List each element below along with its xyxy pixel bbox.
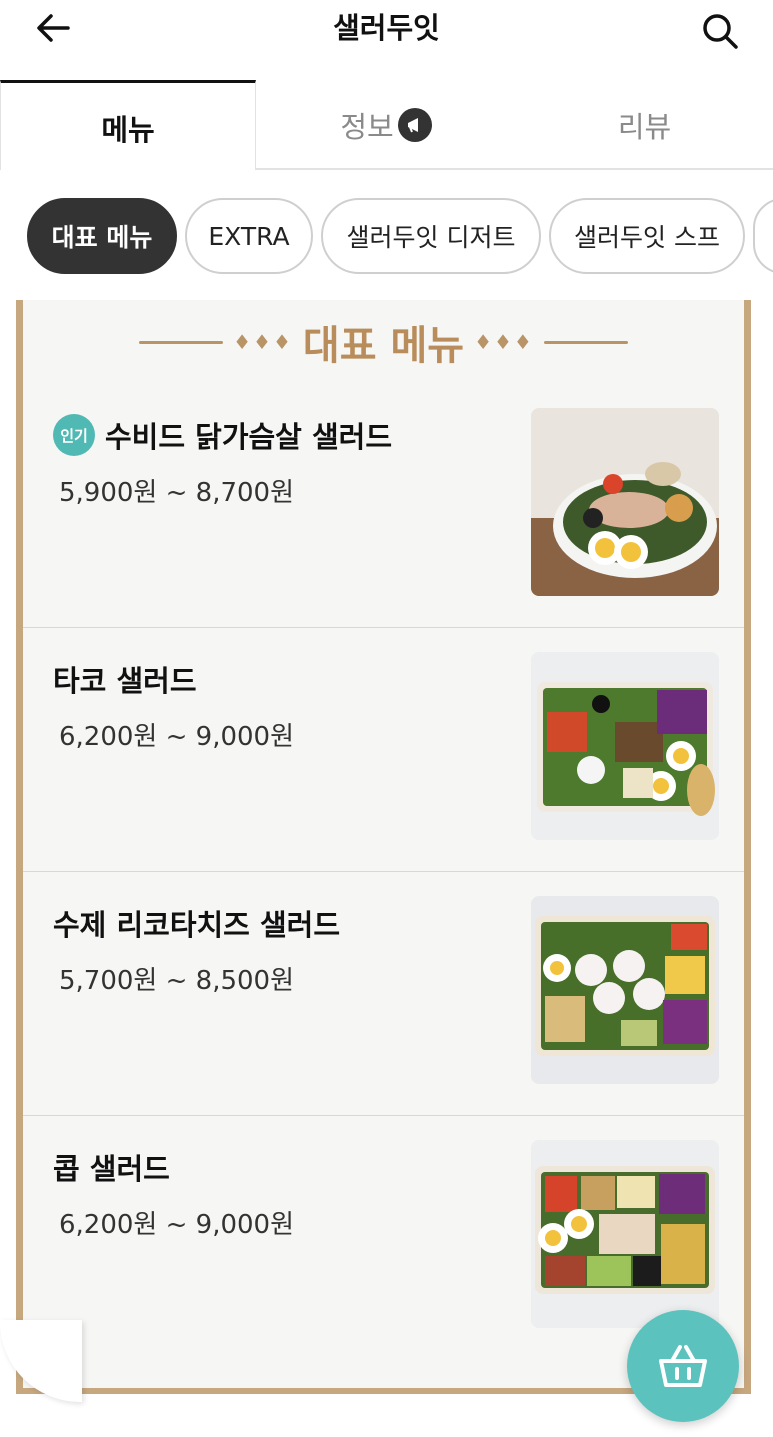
page-curl-decoration [0, 1320, 82, 1402]
menu-item-price: 5,900원 ~ 8,700원 [59, 478, 295, 508]
search-icon [703, 14, 738, 49]
menu-item[interactable]: 수제 리코타치즈 샐러드 5,700원 ~ 8,500원 [23, 872, 744, 1116]
menu-item[interactable]: 타코 샐러드 6,200원 ~ 9,000원 [23, 628, 744, 872]
menu-item-name: 타코 샐러드 [53, 664, 197, 698]
ornament-line-left [139, 340, 224, 344]
tab-menu-label: 메뉴 [101, 112, 155, 147]
menu-item-price: 5,700원 ~ 8,500원 [59, 966, 295, 996]
menu-item[interactable]: 인기 수비드 닭가슴살 샐러드 5,900원 ~ 8,700원 [23, 384, 744, 628]
chip-dessert[interactable]: 샐러두잇 디저트 [321, 198, 541, 274]
tab-reviews[interactable]: 리뷰 [516, 80, 773, 170]
menu-item-name: 수비드 닭가슴살 샐러드 [105, 420, 392, 454]
menu-item[interactable]: 콥 샐러드 6,200원 ~ 9,000원 [23, 1116, 744, 1360]
ornament-diamonds-left: ♦♦♦ [233, 330, 293, 354]
app-header: 샐러두잇 [0, 0, 773, 80]
menu-item-name: 수제 리코타치즈 샐러드 [53, 908, 340, 942]
tab-info-label: 정보 [340, 110, 394, 144]
menu-item-price: 6,200원 ~ 9,000원 [59, 722, 295, 752]
tab-menu[interactable]: 메뉴 [0, 80, 256, 172]
menu-item-name-row: 타코 샐러드 [53, 658, 197, 700]
menu-item-photo [531, 652, 719, 840]
menu-item-name: 콥 샐러드 [53, 1152, 170, 1186]
tab-bar: 메뉴 정보 리뷰 [0, 80, 773, 172]
menu-item-price: 6,200원 ~ 9,000원 [59, 1210, 295, 1240]
menu-item-photo [531, 408, 719, 596]
megaphone-icon [397, 108, 432, 142]
chip-soup[interactable]: 샐러두잇 스프 [549, 198, 745, 274]
ornament-line-right [543, 340, 628, 344]
menu-item-name-row: 인기 수비드 닭가슴살 샐러드 [53, 414, 392, 456]
section-header: ♦♦♦ 대표 메뉴 ♦♦♦ [23, 312, 744, 372]
menu-item-photo [531, 1140, 719, 1328]
category-chip-bar: 대표 메뉴 EXTRA 샐러두잇 디저트 샐러두잇 스프 [0, 170, 773, 300]
cart-button[interactable] [627, 1310, 739, 1422]
chip-extra[interactable]: EXTRA [185, 198, 313, 274]
tab-info[interactable]: 정보 [256, 80, 516, 170]
tab-reviews-label: 리뷰 [617, 110, 672, 144]
menu-item-name-row: 콥 샐러드 [53, 1146, 170, 1188]
chip-signature-menu[interactable]: 대표 메뉴 [27, 198, 177, 274]
page-title: 샐러두잇 [333, 11, 440, 45]
chip-more[interactable] [753, 198, 773, 274]
menu-board: ♦♦♦ 대표 메뉴 ♦♦♦ 인기 수비드 닭가슴살 샐러드 5,900원 ~ 8… [16, 300, 751, 1394]
ornament-diamonds-right: ♦♦♦ [474, 330, 534, 354]
section-title: 대표 메뉴 [302, 323, 465, 369]
menu-item-photo [531, 896, 719, 1084]
search-button[interactable] [696, 8, 744, 54]
basket-icon [659, 1345, 707, 1387]
popular-badge: 인기 [53, 414, 95, 456]
menu-item-name-row: 수제 리코타치즈 샐러드 [53, 902, 340, 944]
